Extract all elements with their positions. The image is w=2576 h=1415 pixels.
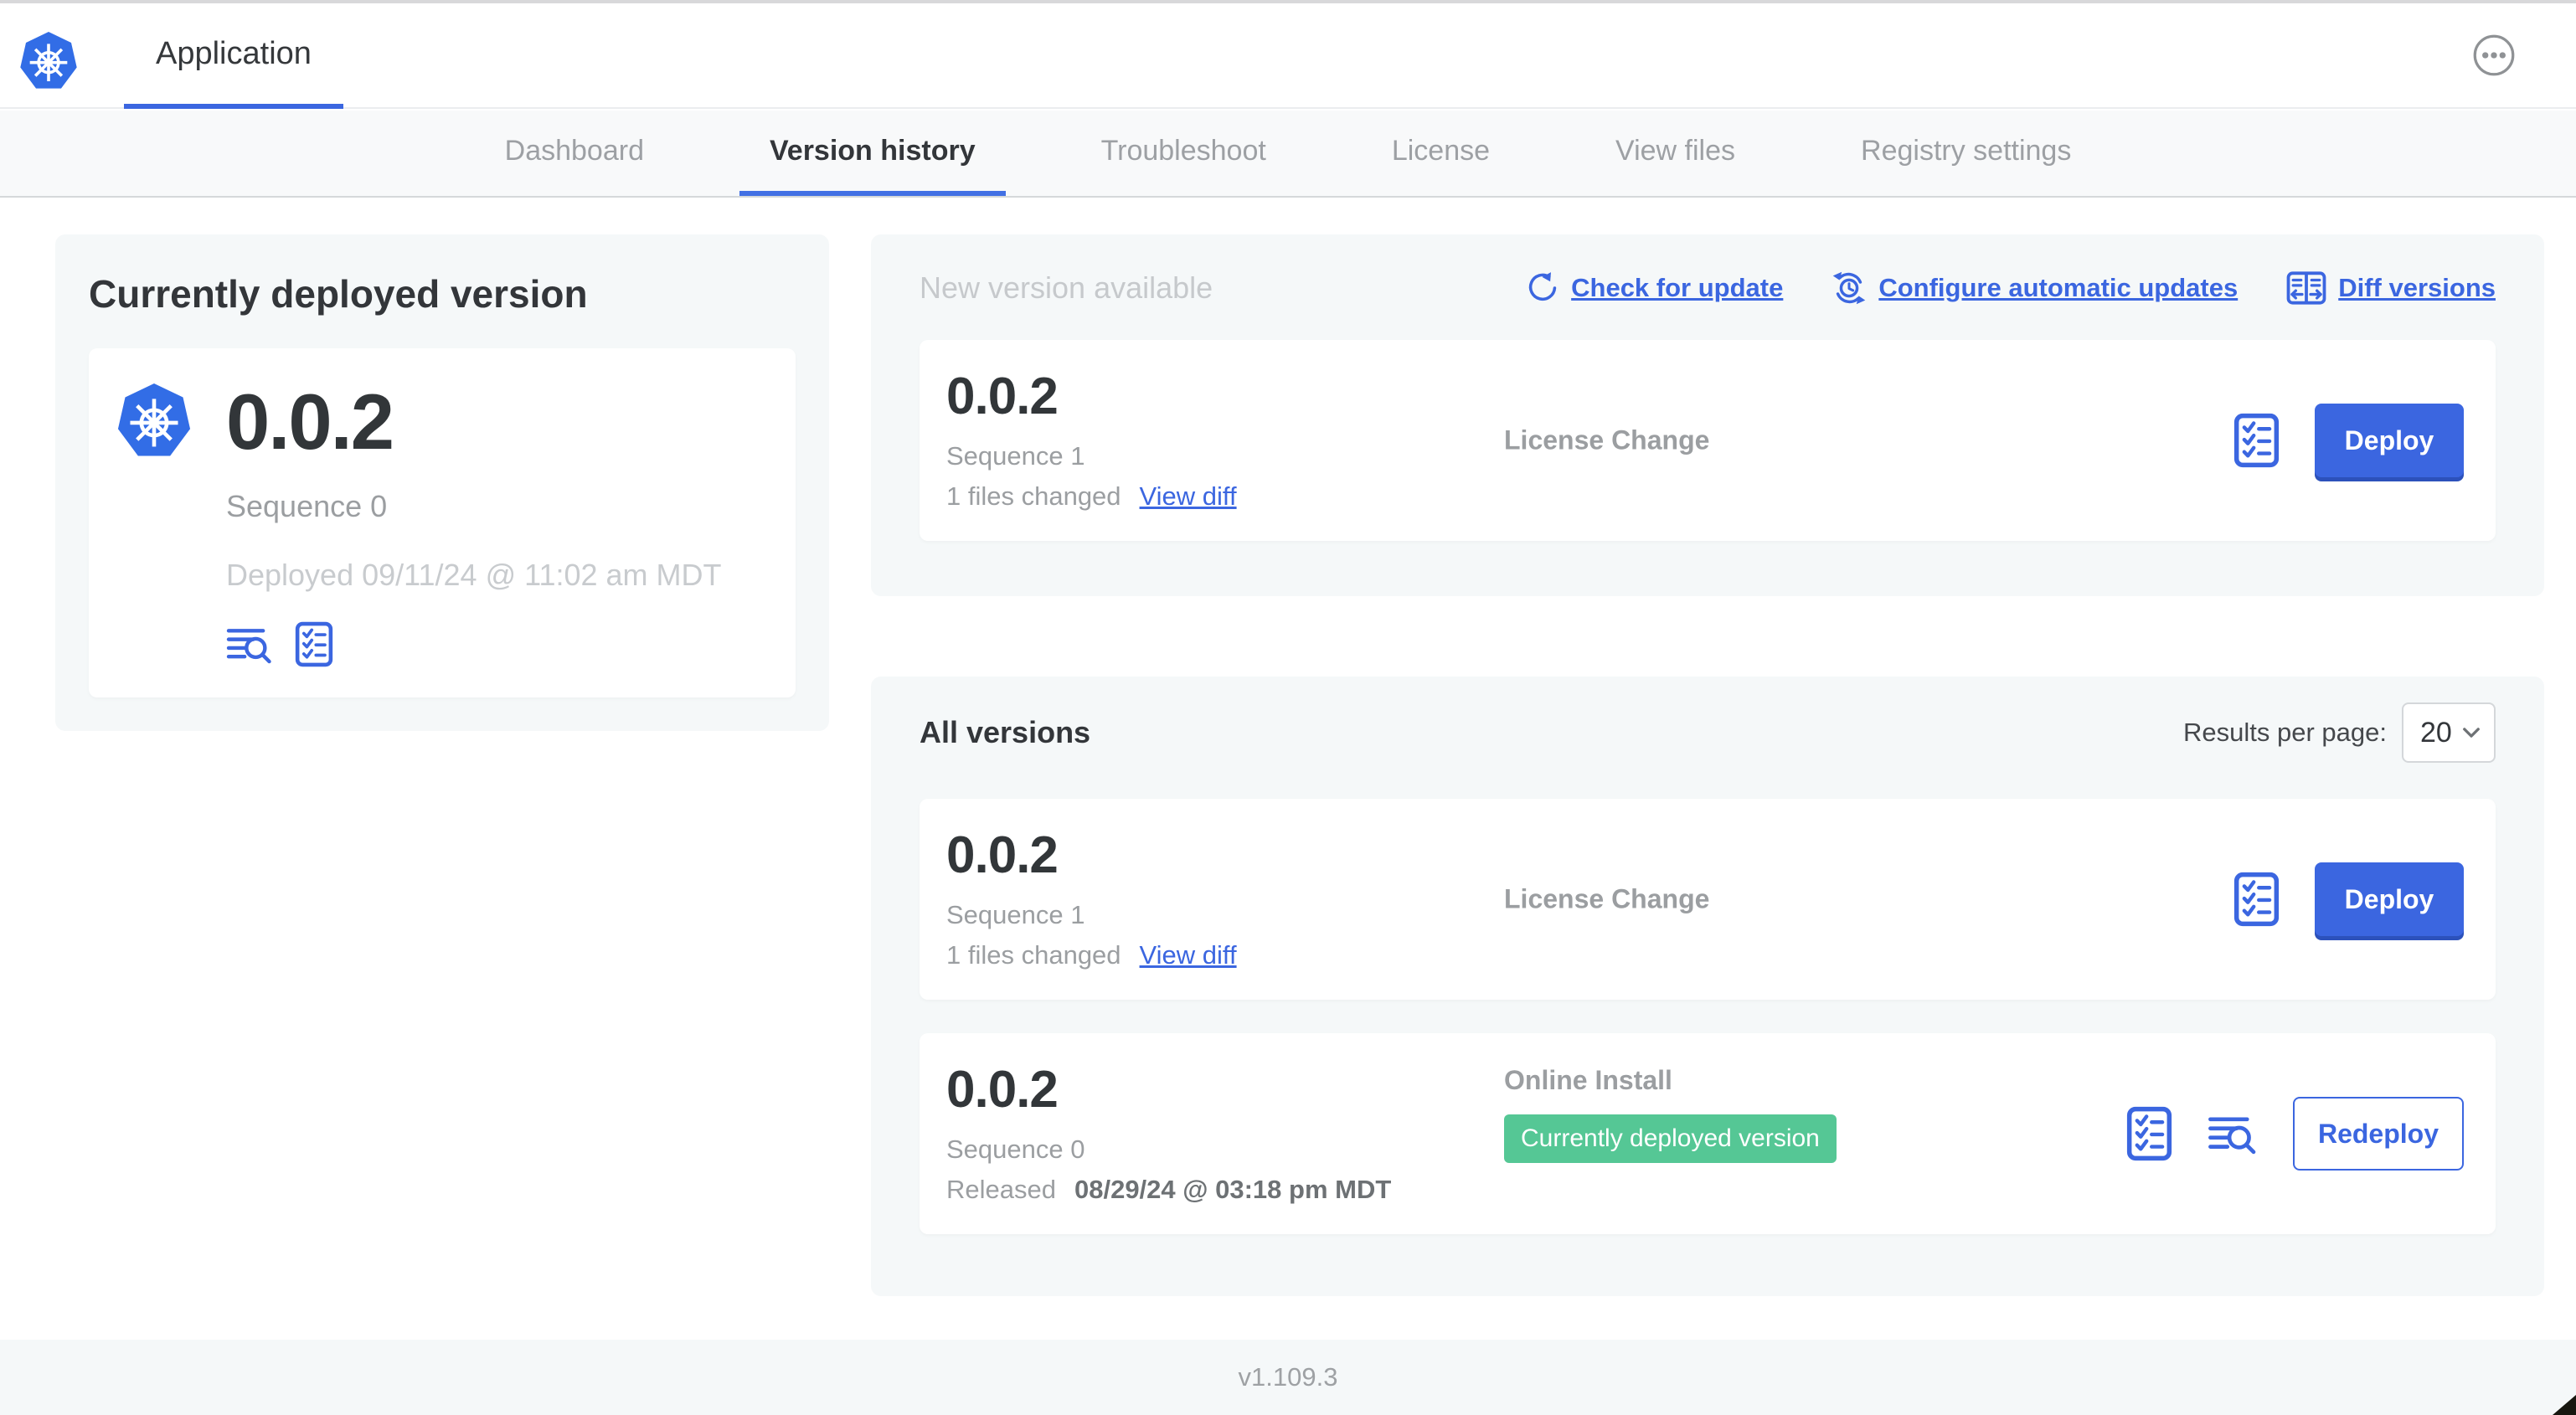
results-per-page-label: Results per page: — [2183, 718, 2387, 747]
overflow-menu-button[interactable] — [2472, 33, 2516, 77]
version-number: 0.0.2 — [946, 368, 1059, 425]
preflight-checklist-icon — [295, 621, 333, 667]
all-versions-title: All versions — [920, 715, 1091, 749]
deployed-timestamp: Deployed 09/11/24 @ 11:02 am MDT — [226, 558, 722, 592]
app-header: Application — [0, 3, 2576, 109]
kots-version: v1.109.3 — [1238, 1362, 1338, 1392]
logs-icon — [226, 625, 273, 664]
new-version-panel: New version available Check for update C… — [871, 234, 2544, 596]
section-tabbar: Dashboard Version history Troubleshoot L… — [0, 111, 2576, 198]
preflight-checks-button[interactable] — [2233, 872, 2280, 927]
preflight-checks-button[interactable] — [2126, 1106, 2172, 1161]
preflight-checklist-icon — [2126, 1106, 2172, 1161]
link-label: Check for update — [1571, 273, 1784, 302]
deployed-version-number: 0.0.2 — [226, 378, 394, 466]
version-source: Online Install — [1504, 1065, 1672, 1095]
preflight-checklist-icon — [2233, 413, 2280, 468]
tab-view-files[interactable]: View files — [1585, 111, 1765, 196]
deploy-button[interactable]: Deploy — [2315, 862, 2464, 936]
version-row: 0.0.2 Sequence 1 1 files changed View di… — [920, 799, 2496, 1000]
preflight-checklist-icon — [2233, 872, 2280, 927]
deployed-version-card: 0.0.2 Sequence 0 Deployed 09/11/24 @ 11:… — [89, 348, 796, 697]
link-label: Configure automatic updates — [1878, 273, 2239, 302]
released-label: Released — [946, 1175, 1056, 1204]
link-label: Diff versions — [2338, 273, 2496, 302]
all-versions-panel: All versions Results per page: 20 0.0.2 … — [871, 677, 2544, 1296]
ellipsis-icon — [2472, 33, 2516, 77]
view-diff-link[interactable]: View diff — [1140, 940, 1237, 970]
tab-troubleshoot[interactable]: Troubleshoot — [1071, 111, 1296, 196]
redeploy-button[interactable]: Redeploy — [2292, 1097, 2464, 1171]
tab-license[interactable]: License — [1362, 111, 1520, 196]
preflight-checks-button[interactable] — [2233, 413, 2280, 468]
files-changed-label: 1 files changed — [946, 481, 1121, 511]
auto-update-clock-icon — [1832, 270, 1867, 306]
tab-label: View files — [1615, 134, 1736, 167]
tab-label: Troubleshoot — [1100, 134, 1266, 167]
currently-deployed-badge: Currently deployed version — [1504, 1114, 1837, 1163]
tab-version-history[interactable]: Version history — [739, 111, 1006, 196]
preflight-checks-button[interactable] — [295, 621, 333, 667]
view-logs-button[interactable] — [226, 625, 273, 664]
diff-icon — [2286, 270, 2326, 306]
released-timestamp: 08/29/24 @ 03:18 pm MDT — [1074, 1175, 1392, 1204]
kubernetes-logo-icon — [116, 381, 193, 463]
version-sequence: Sequence 1 — [946, 441, 1085, 471]
tab-label: License — [1391, 134, 1491, 167]
files-changed-label: 1 files changed — [946, 940, 1121, 970]
new-version-row: 0.0.2 Sequence 1 1 files changed View di… — [920, 340, 2496, 541]
view-logs-button[interactable] — [2208, 1113, 2258, 1155]
version-sequence: Sequence 0 — [946, 1135, 1085, 1164]
version-sequence: Sequence 1 — [946, 900, 1085, 929]
logs-icon — [2208, 1113, 2258, 1155]
configure-automatic-updates-link[interactable]: Configure automatic updates — [1832, 270, 2238, 306]
version-number: 0.0.2 — [946, 1061, 1059, 1119]
check-for-update-link[interactable]: Check for update — [1526, 271, 1783, 305]
new-version-title: New version available — [920, 270, 1213, 305]
refresh-icon — [1526, 271, 1559, 305]
tab-registry-settings[interactable]: Registry settings — [1831, 111, 2101, 196]
tab-dashboard[interactable]: Dashboard — [475, 111, 674, 196]
tab-label: Dashboard — [504, 134, 644, 167]
diff-versions-link[interactable]: Diff versions — [2286, 270, 2496, 306]
app-footer: v1.109.3 — [0, 1340, 2576, 1415]
currently-deployed-title: Currently deployed version — [89, 272, 588, 316]
version-source: License Change — [1504, 883, 1710, 914]
deployed-sequence: Sequence 0 — [226, 489, 388, 523]
tab-label: Registry settings — [1861, 134, 2072, 167]
chevron-down-icon — [2462, 727, 2481, 738]
app-title: Application — [156, 35, 312, 71]
app-nav-tab[interactable]: Application — [124, 3, 343, 109]
kubernetes-logo-icon — [18, 30, 79, 94]
tab-label: Version history — [769, 134, 976, 167]
deploy-button[interactable]: Deploy — [2315, 404, 2464, 477]
view-diff-link[interactable]: View diff — [1140, 481, 1237, 512]
currently-deployed-panel: Currently deployed version 0.0.2 Sequenc… — [55, 234, 829, 731]
version-row: 0.0.2 Sequence 0 Released 08/29/24 @ 03:… — [920, 1033, 2496, 1234]
results-per-page-select[interactable]: 20 — [2402, 702, 2496, 763]
version-number: 0.0.2 — [946, 826, 1059, 884]
version-source: License Change — [1504, 424, 1710, 455]
results-per-page-value: 20 — [2420, 716, 2452, 749]
